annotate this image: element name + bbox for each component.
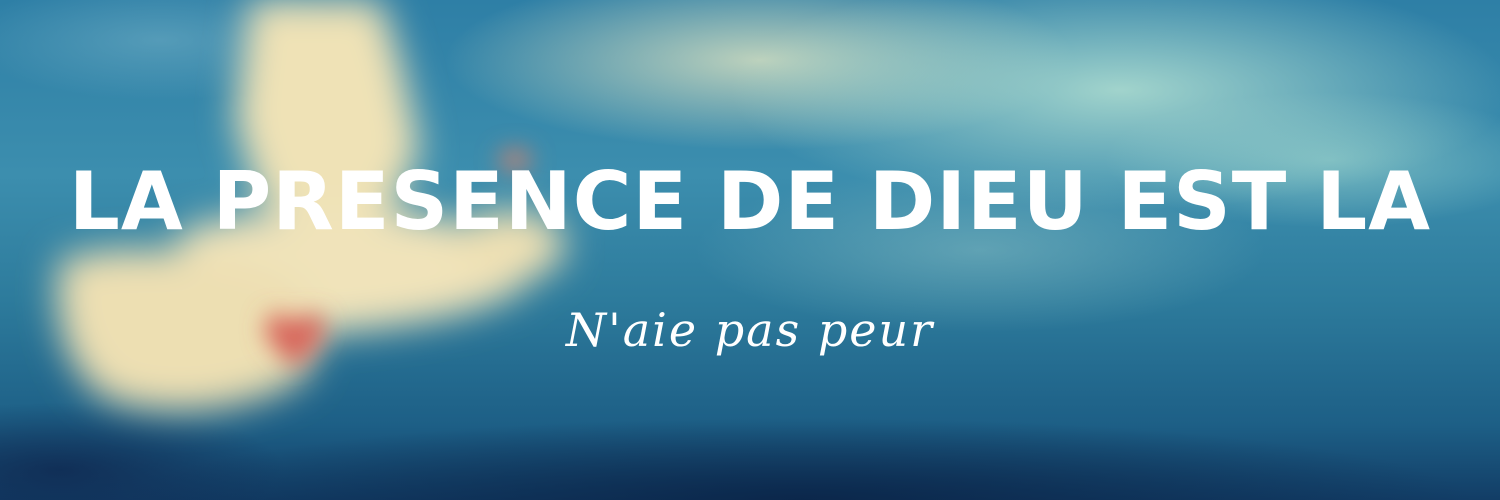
banner-subtitle: N'aie pas peur bbox=[565, 303, 935, 357]
banner: LA PRESENCE DE DIEU EST LA N'aie pas peu… bbox=[0, 0, 1500, 500]
banner-title: LA PRESENCE DE DIEU EST LA bbox=[68, 155, 1432, 248]
